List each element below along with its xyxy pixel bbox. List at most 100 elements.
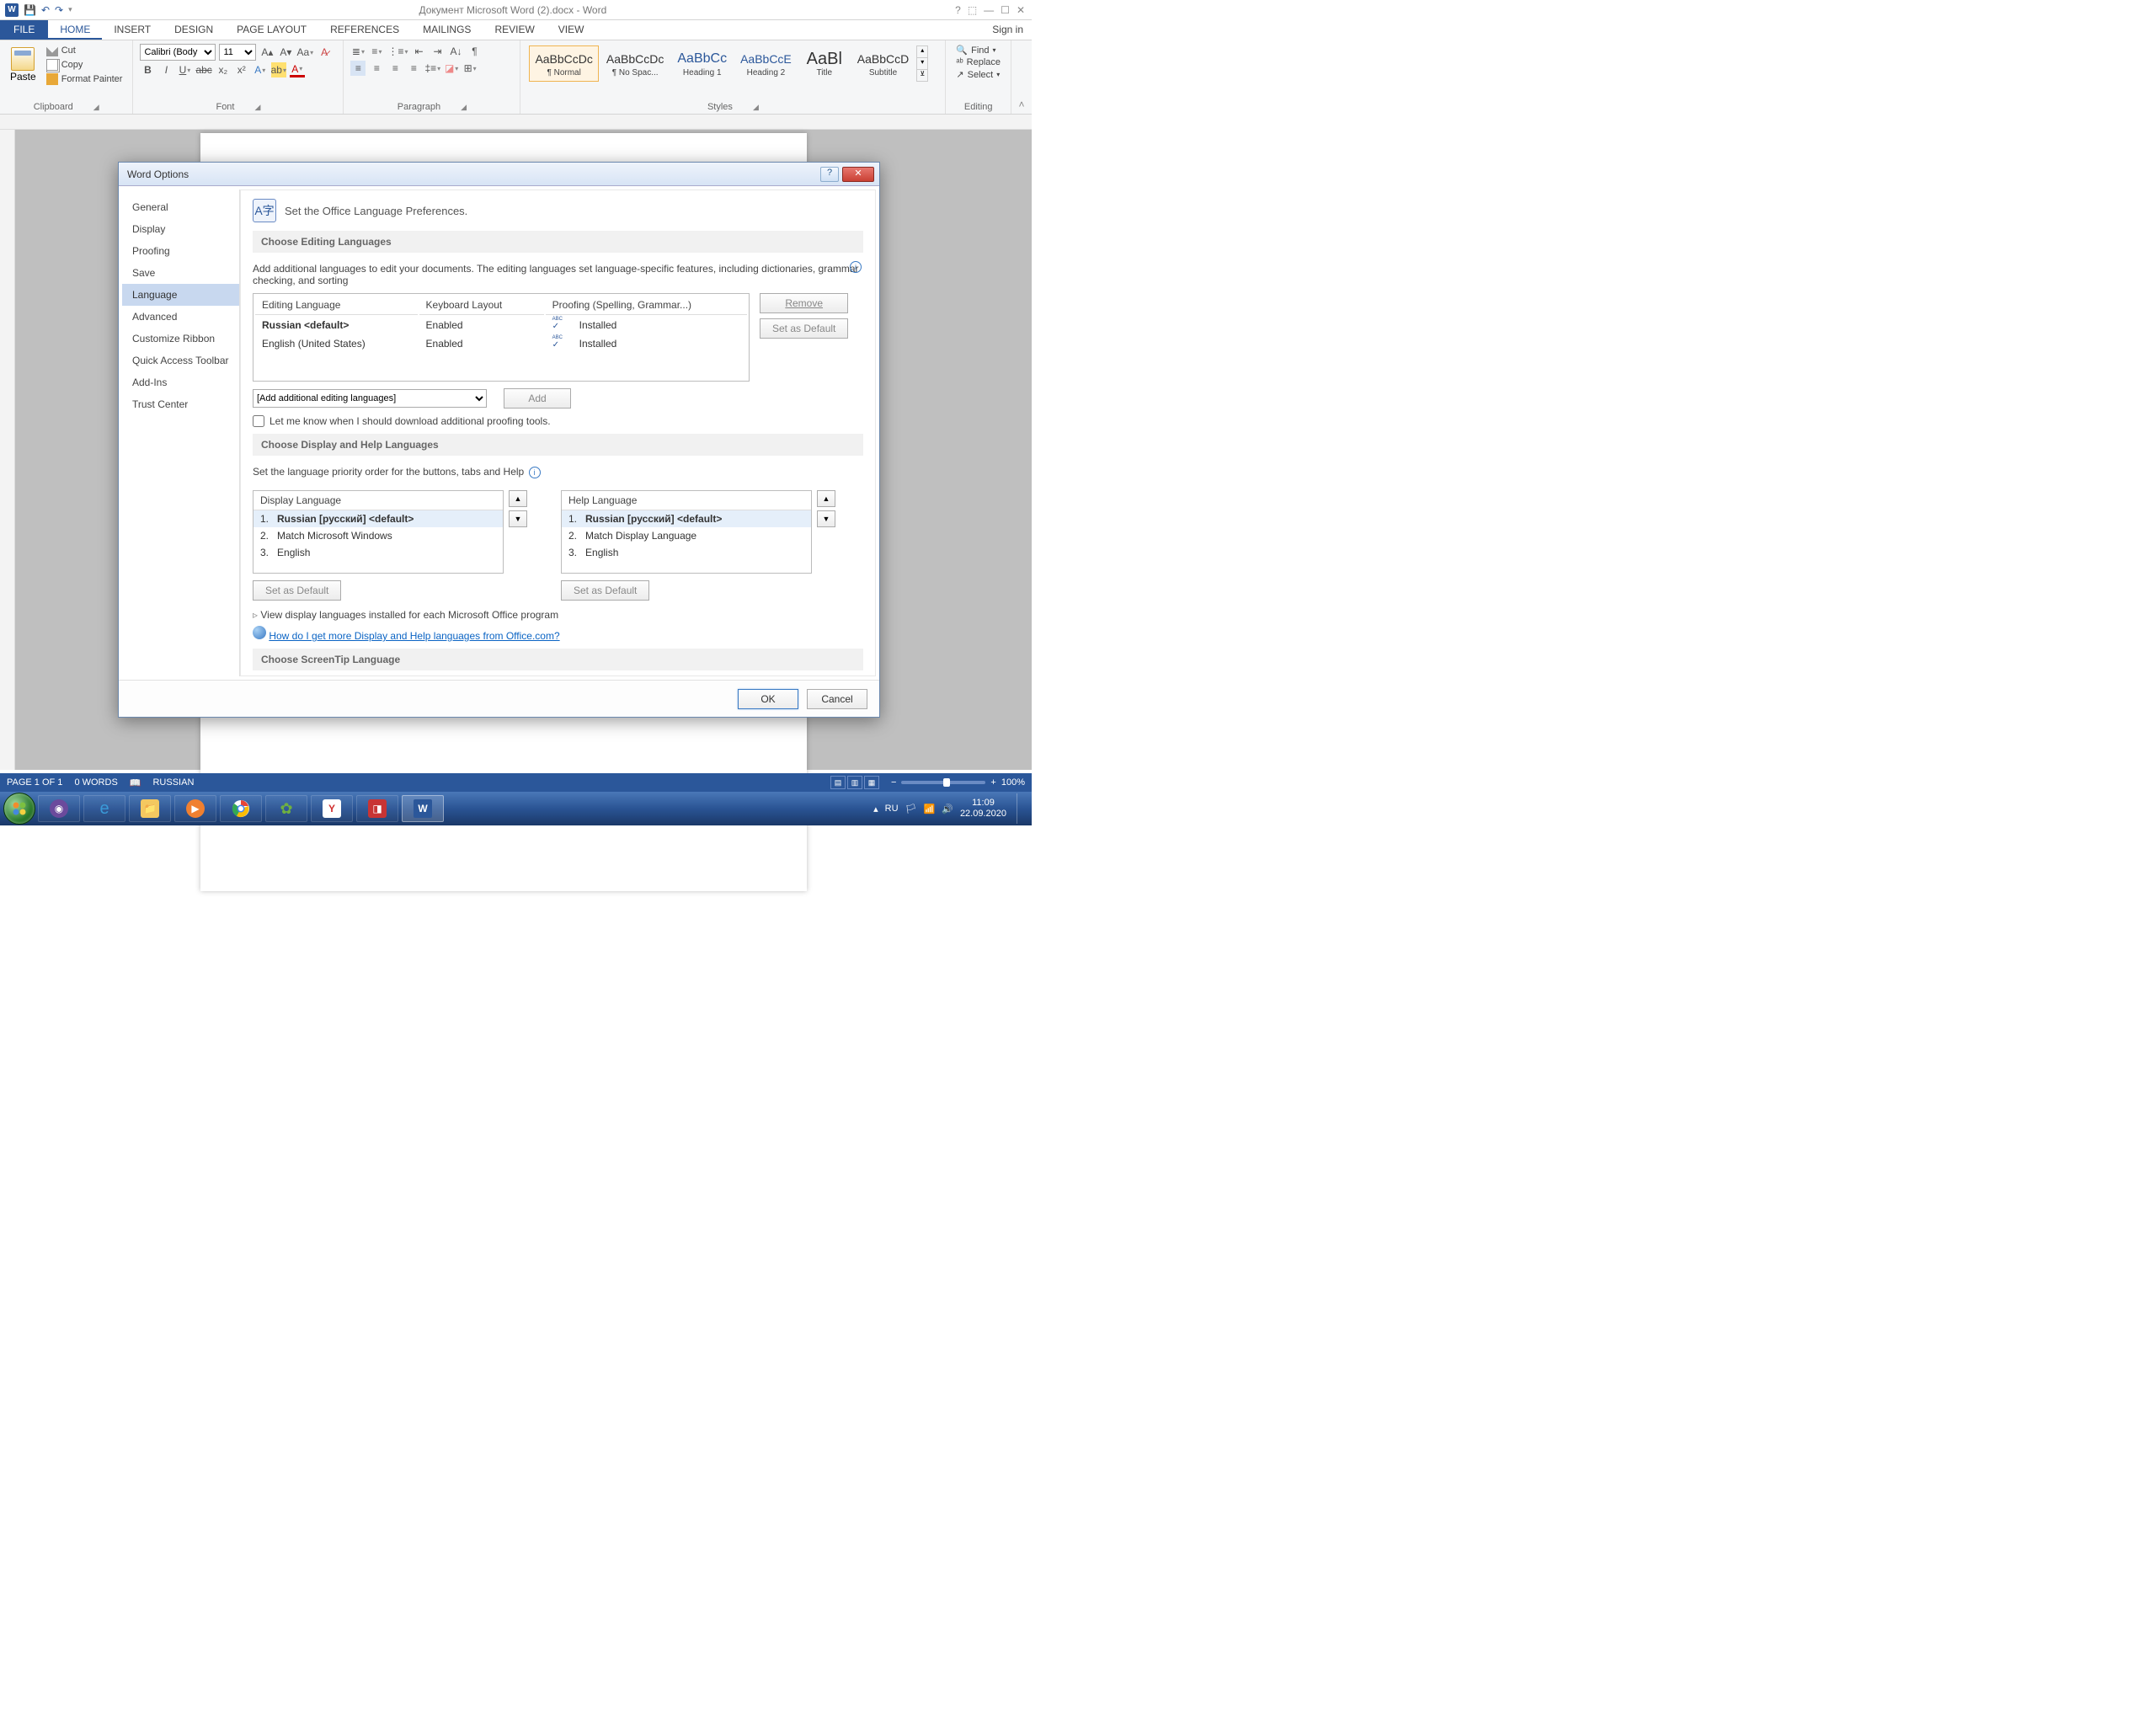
page-indicator[interactable]: PAGE 1 OF 1 [7, 777, 62, 788]
nav-display[interactable]: Display [122, 218, 239, 240]
style-heading2[interactable]: AaBbCcEHeading 2 [734, 45, 798, 82]
list-item[interactable]: 3. English [562, 544, 811, 561]
table-row[interactable]: English (United States) Enabled Installe… [255, 335, 747, 352]
add-language-select[interactable]: [Add additional editing languages] [253, 389, 487, 408]
zoom-level[interactable]: 100% [1001, 777, 1025, 788]
show-desktop-button[interactable] [1017, 793, 1025, 824]
tab-mailings[interactable]: MAILINGS [411, 20, 483, 40]
superscript-icon[interactable]: x² [234, 62, 249, 77]
list-item[interactable]: 1. Russian [русский] <default> [253, 510, 503, 527]
read-mode-icon[interactable]: ▤ [830, 776, 846, 789]
list-item[interactable]: 2. Match Display Language [562, 527, 811, 544]
display-set-default-button[interactable]: Set as Default [253, 580, 341, 601]
editing-language-table[interactable]: Editing Language Keyboard Layout Proofin… [253, 293, 750, 382]
underline-icon[interactable]: U [177, 62, 192, 77]
download-proofing-checkbox[interactable] [253, 415, 264, 427]
bullets-icon[interactable]: ≣ [350, 44, 366, 59]
select-button[interactable]: ↗Select▾ [953, 68, 1004, 81]
find-button[interactable]: 🔍Find▾ [953, 44, 1004, 56]
remove-button[interactable]: Remove [760, 293, 848, 313]
ribbon-display-icon[interactable]: ⬚ [968, 4, 977, 16]
tab-page-layout[interactable]: PAGE LAYOUT [225, 20, 318, 40]
nav-trust-center[interactable]: Trust Center [122, 393, 239, 415]
style-subtitle[interactable]: AaBbCcDSubtitle [851, 45, 915, 82]
language-indicator[interactable]: RUSSIAN [152, 777, 194, 788]
line-spacing-icon[interactable]: ‡≡ [424, 61, 440, 76]
add-button[interactable]: Add [504, 388, 571, 409]
tab-review[interactable]: REVIEW [483, 20, 546, 40]
cut-button[interactable]: Cut [43, 44, 126, 57]
help-language-listbox[interactable]: Help Language 1. Russian [русский] <defa… [561, 490, 812, 574]
align-center-icon[interactable]: ≡ [369, 61, 384, 76]
info-icon[interactable]: i [850, 261, 862, 273]
web-layout-icon[interactable]: ▦ [864, 776, 879, 789]
taskbar-chrome[interactable] [220, 795, 262, 822]
styles-launcher-icon[interactable]: ◢ [753, 103, 759, 112]
nav-proofing[interactable]: Proofing [122, 240, 239, 262]
help-set-default-button[interactable]: Set as Default [561, 580, 649, 601]
paste-button[interactable]: Paste [7, 45, 40, 84]
styles-gallery[interactable]: AaBbCcDc¶ Normal AaBbCcDc¶ No Spac... Aa… [527, 44, 938, 83]
taskbar-amigo[interactable]: ✿ [265, 795, 307, 822]
view-installed-expander[interactable]: View display languages installed for eac… [253, 609, 558, 621]
highlight-icon[interactable]: ab [271, 62, 286, 77]
taskbar-word[interactable]: W [402, 795, 444, 822]
tab-file[interactable]: FILE [0, 20, 48, 40]
taskbar-yandex-alisa[interactable]: ◉ [38, 795, 80, 822]
font-color-icon[interactable]: A [290, 62, 305, 77]
numbering-icon[interactable]: ≡ [369, 44, 384, 59]
multilevel-icon[interactable]: ⋮≡ [387, 44, 408, 59]
style-title[interactable]: AaBlTitle [799, 45, 850, 82]
justify-icon[interactable]: ≡ [406, 61, 421, 76]
subscript-icon[interactable]: x₂ [216, 62, 231, 77]
shading-icon[interactable]: ◪ [444, 61, 459, 76]
align-left-icon[interactable]: ≡ [350, 61, 366, 76]
dialog-help-button[interactable]: ? [820, 167, 839, 182]
nav-save[interactable]: Save [122, 262, 239, 284]
copy-button[interactable]: Copy [43, 58, 126, 72]
move-down-button[interactable]: ▼ [509, 510, 527, 527]
styles-down-icon[interactable]: ▾ [917, 57, 927, 69]
tray-expand-icon[interactable]: ▴ [873, 804, 878, 814]
spellcheck-icon[interactable]: 📖 [130, 777, 141, 788]
tray-volume-icon[interactable]: 🔊 [942, 804, 953, 814]
set-default-button[interactable]: Set as Default [760, 318, 848, 339]
tray-network-icon[interactable]: 📶 [924, 804, 936, 814]
list-item[interactable]: 3. English [253, 544, 503, 561]
redo-icon[interactable]: ↷ [55, 4, 63, 16]
tray-lang[interactable]: RU [885, 804, 899, 814]
grow-font-icon[interactable]: A▴ [259, 45, 275, 60]
tray-flag-icon[interactable]: 🏳 [905, 804, 917, 814]
zoom-out-icon[interactable]: − [891, 777, 896, 788]
collapse-ribbon-icon[interactable]: ˄ [1018, 99, 1024, 110]
zoom-in-icon[interactable]: + [990, 777, 995, 788]
nav-language[interactable]: Language [122, 284, 239, 306]
tray-clock[interactable]: 11:09 22.09.2020 [960, 798, 1006, 820]
vertical-ruler[interactable] [0, 130, 15, 770]
tab-view[interactable]: VIEW [547, 20, 596, 40]
info-icon[interactable]: i [529, 467, 541, 478]
move-up-button[interactable]: ▲ [817, 490, 835, 507]
replace-button[interactable]: ᵃᵇReplace [953, 56, 1004, 68]
start-button[interactable] [3, 793, 35, 825]
style-no-spacing[interactable]: AaBbCcDc¶ No Spac... [600, 45, 670, 82]
close-icon[interactable]: ✕ [1017, 4, 1025, 16]
font-size-select[interactable]: 11 [219, 44, 256, 61]
get-display-languages-link[interactable]: How do I get more Display and Help langu… [269, 630, 559, 642]
zoom-slider[interactable] [901, 781, 985, 784]
minimize-icon[interactable]: — [984, 4, 994, 16]
help-icon[interactable]: ? [955, 4, 961, 16]
clear-formatting-icon[interactable]: A̷ [317, 45, 332, 60]
tab-design[interactable]: DESIGN [163, 20, 225, 40]
ok-button[interactable]: OK [738, 689, 798, 709]
font-name-select[interactable]: Calibri (Body [140, 44, 216, 61]
show-hide-icon[interactable]: ¶ [467, 44, 482, 59]
taskbar-explorer[interactable]: 📁 [129, 795, 171, 822]
styles-more-icon[interactable]: ⊻ [917, 69, 927, 81]
align-right-icon[interactable]: ≡ [387, 61, 403, 76]
taskbar-mediaplayer[interactable]: ▶ [174, 795, 216, 822]
paragraph-launcher-icon[interactable]: ◢ [461, 103, 467, 112]
dialog-close-button[interactable]: ✕ [842, 167, 874, 182]
list-item[interactable]: 1. Russian [русский] <default> [562, 510, 811, 527]
qat-customize-icon[interactable]: ▾ [68, 5, 72, 14]
